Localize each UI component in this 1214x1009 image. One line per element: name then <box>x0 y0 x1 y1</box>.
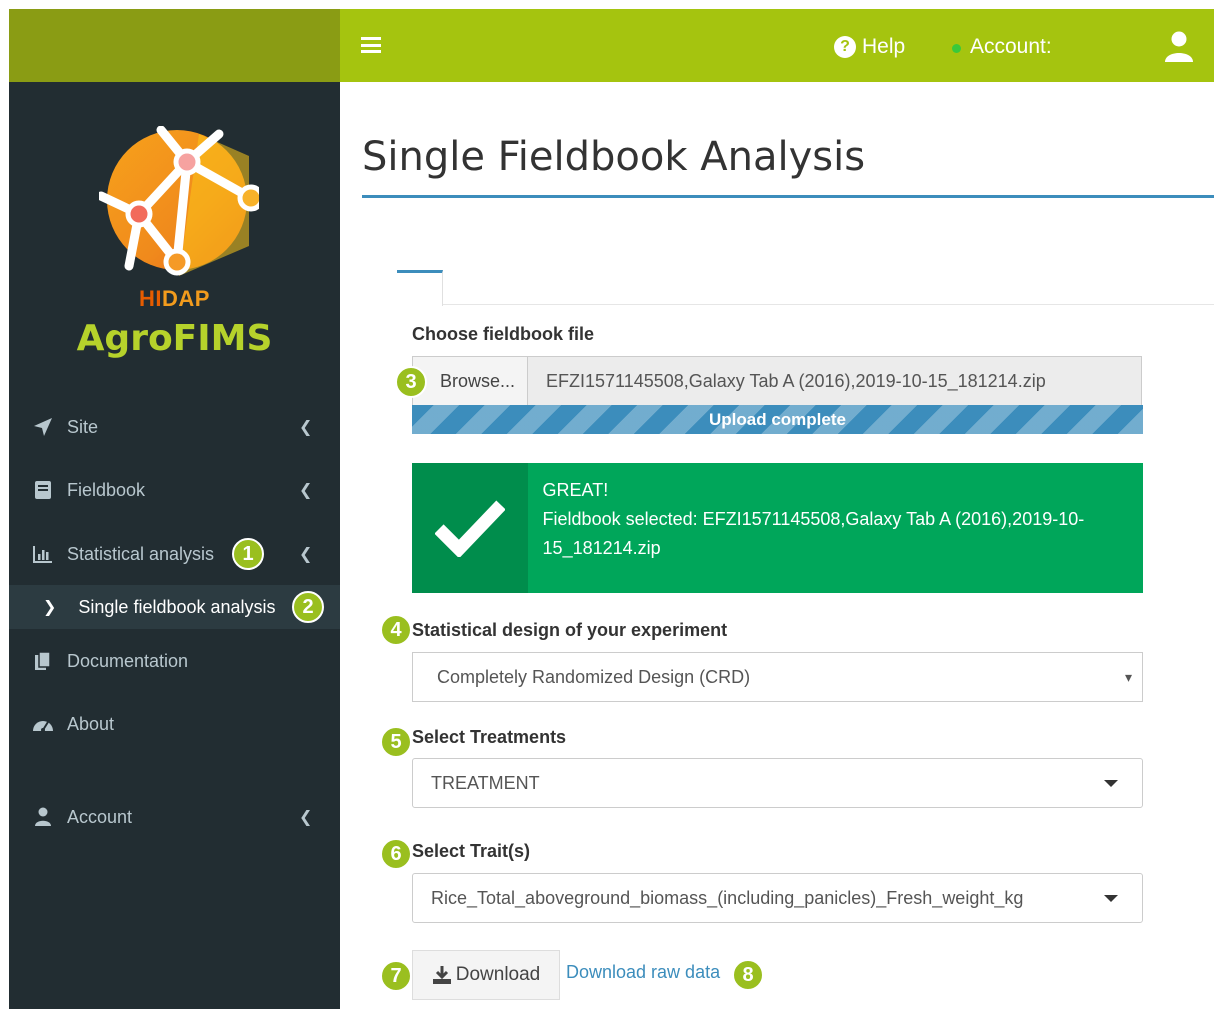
file-name-display: EFZI1571145508,Galaxy Tab A (2016),2019-… <box>528 357 1141 405</box>
alert-title: GREAT! <box>542 480 609 500</box>
treatments-select[interactable]: TREATMENT <box>412 758 1143 808</box>
bar-chart-icon <box>32 545 54 563</box>
sidebar-item-label: About <box>67 713 115 734</box>
chevron-left-icon: ❮ <box>299 482 313 499</box>
traits-selected-value: Rice_Total_aboveground_biomass_(includin… <box>431 887 1024 908</box>
sidebar-item-label: Site <box>67 416 99 437</box>
question-circle-icon: ? <box>834 36 856 58</box>
book-icon <box>32 480 54 500</box>
caret-down-icon <box>1104 779 1118 787</box>
design-selected-value: Completely Randomized Design (CRD) <box>437 666 751 687</box>
chevron-left-icon: ❮ <box>299 419 313 436</box>
top-navbar: ? Help Account: <box>340 9 1214 82</box>
chevron-right-icon: ❯ <box>43 599 57 616</box>
sidebar-item-account[interactable]: Account ❮ <box>9 792 340 842</box>
sidebar-item-about[interactable]: About <box>9 699 340 749</box>
download-label: Download <box>455 964 541 985</box>
sidebar-item-statistical-analysis[interactable]: Statistical analysis 1 ❮ <box>9 529 340 579</box>
dashboard-icon <box>32 715 54 733</box>
browse-button[interactable]: Browse... <box>413 357 528 405</box>
brand-hidap: HIDAP <box>139 286 210 311</box>
tab-divider <box>443 304 1214 305</box>
traits-select[interactable]: Rice_Total_aboveground_biomass_(includin… <box>412 873 1143 923</box>
traits-label: Select Trait(s) <box>412 841 531 861</box>
files-icon <box>32 651 54 671</box>
account-menu[interactable]: Account: <box>952 35 1052 59</box>
design-select[interactable]: Completely Randomized Design (CRD) ▾ <box>412 652 1143 702</box>
download-icon <box>432 966 451 984</box>
sidebar-item-label: Documentation <box>67 650 189 671</box>
file-input[interactable]: Browse... EFZI1571145508,Galaxy Tab A (2… <box>412 356 1142 406</box>
sidebar-subitem-single-fieldbook-analysis[interactable]: ❯ Single fieldbook analysis 2 <box>9 585 340 629</box>
tab-active[interactable] <box>397 270 443 306</box>
help-label: Help <box>862 35 906 58</box>
callout-badge: 4 <box>380 614 412 646</box>
sidebar-subitem-label: Single fieldbook analysis <box>78 596 276 617</box>
chevron-left-icon: ❮ <box>299 546 313 563</box>
callout-badge: 3 <box>395 366 427 398</box>
callout-badge: 8 <box>732 959 764 991</box>
brand-agrofims: AgroFIMS <box>76 318 273 359</box>
page-title: Single Fieldbook Analysis <box>362 134 866 180</box>
callout-badge: 2 <box>292 591 324 623</box>
callout-badge: 1 <box>232 538 264 570</box>
hamburger-menu-icon[interactable] <box>361 37 381 53</box>
upload-progress-bar: Upload complete <box>412 405 1143 434</box>
callout-badge: 7 <box>380 960 412 992</box>
logo-bar <box>9 9 340 82</box>
success-alert: GREAT! Fieldbook selected: EFZI157114550… <box>412 463 1143 593</box>
treatments-selected-value: TREATMENT <box>431 772 540 793</box>
sidebar-item-label: Account <box>67 806 133 827</box>
treatments-label: Select Treatments <box>412 727 567 747</box>
design-label: Statistical design of your experiment <box>412 620 728 640</box>
caret-down-icon <box>1104 894 1118 902</box>
location-arrow-icon <box>32 417 54 437</box>
download-button[interactable]: Download <box>412 950 560 1000</box>
chevron-left-icon: ❮ <box>299 809 313 826</box>
sidebar-item-documentation[interactable]: Documentation <box>9 636 340 686</box>
user-avatar-icon[interactable] <box>1164 31 1194 68</box>
help-link[interactable]: ? Help <box>834 35 905 59</box>
callout-badge: 6 <box>380 838 412 870</box>
sidebar-item-fieldbook[interactable]: Fieldbook ❮ <box>9 465 340 515</box>
alert-message: Fieldbook selected: EFZI1571145508,Galax… <box>542 509 1085 558</box>
checkmark-icon <box>412 463 528 593</box>
sidebar-item-label: Fieldbook <box>67 479 146 500</box>
hidap-logo-icon <box>96 125 265 286</box>
online-status-icon <box>952 44 961 53</box>
callout-badge: 5 <box>380 726 412 758</box>
account-label: Account: <box>970 35 1052 58</box>
file-input-label: Choose fieldbook file <box>412 324 595 344</box>
user-icon <box>32 807 54 827</box>
dropdown-arrow-icon: ▾ <box>1124 668 1132 685</box>
title-divider <box>362 195 1214 198</box>
sidebar: HIDAP AgroFIMS Site ❮ Fieldbook ❮ Statis… <box>9 82 340 1009</box>
download-raw-data-link[interactable]: Download raw data <box>566 962 720 983</box>
sidebar-item-site[interactable]: Site ❮ <box>9 402 340 452</box>
sidebar-item-label: Statistical analysis <box>67 543 215 564</box>
